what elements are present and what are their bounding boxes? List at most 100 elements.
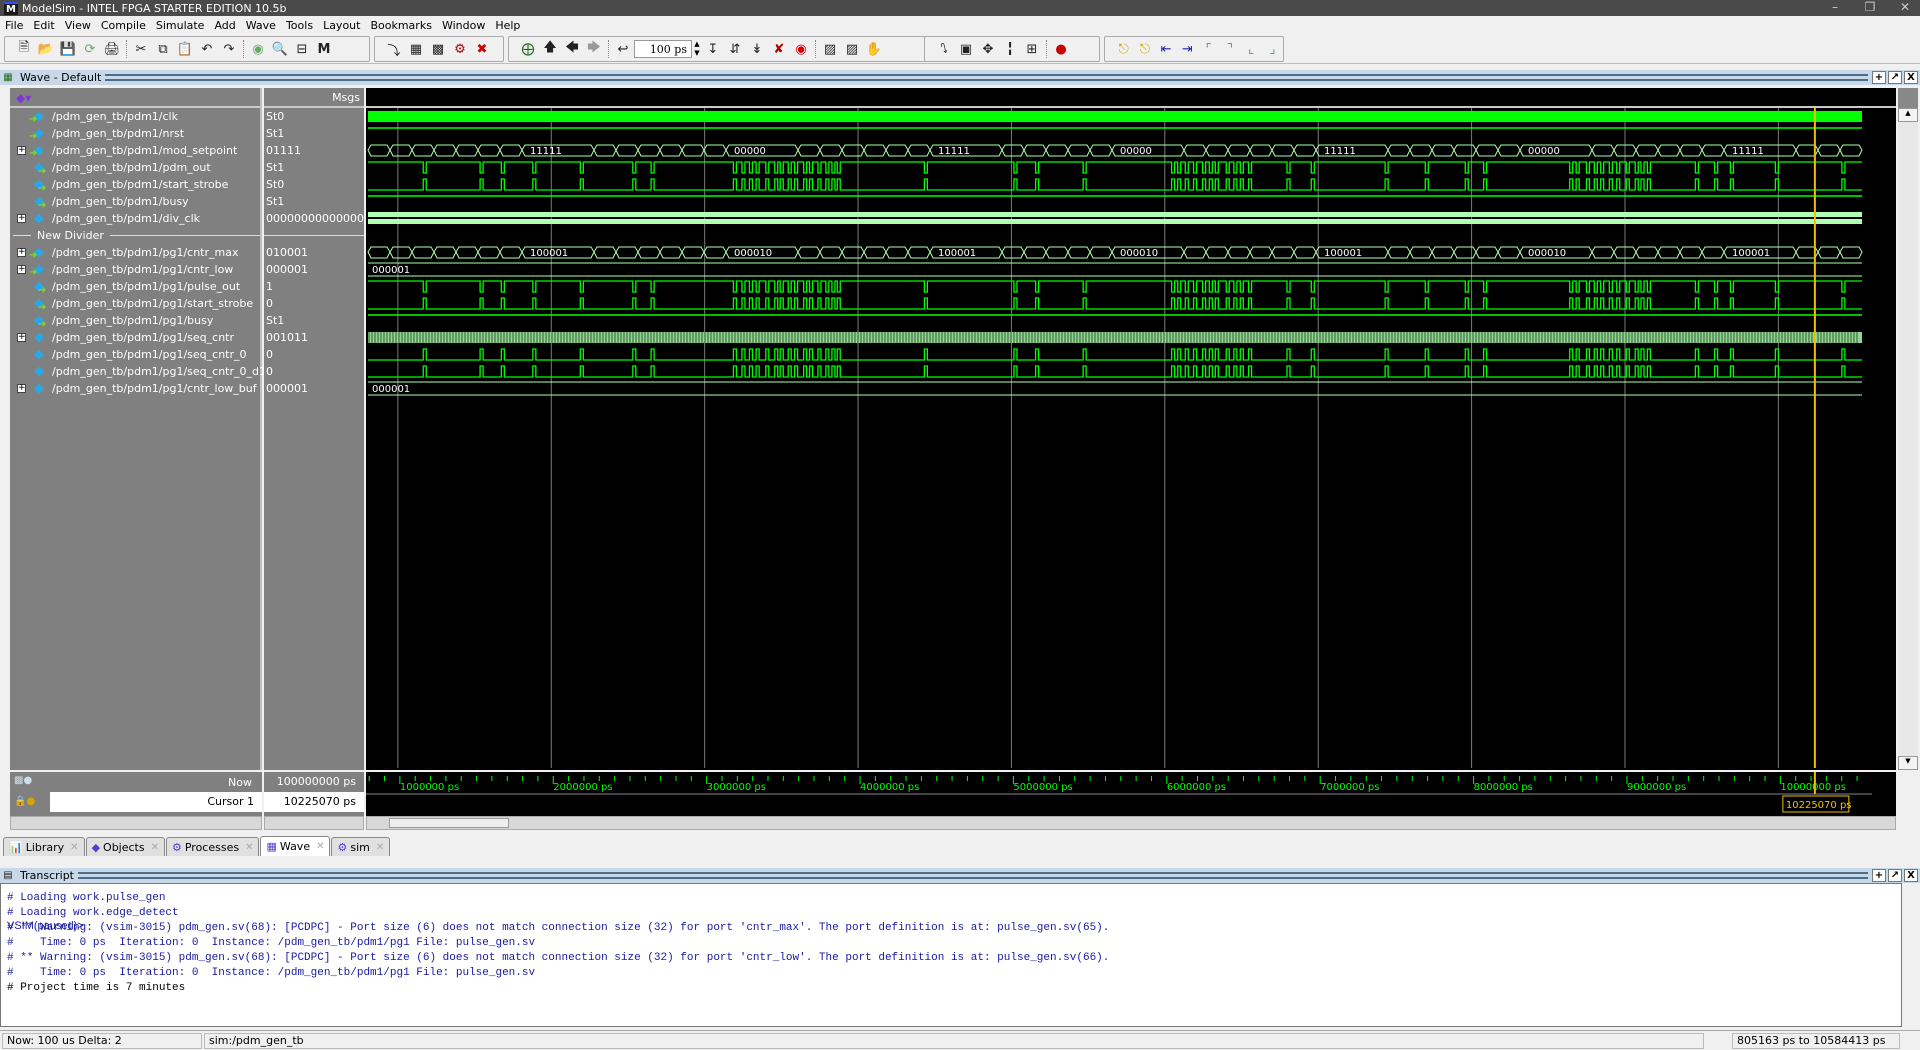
wave-vertical-scrollbar[interactable]: ▲ ▼ — [1898, 88, 1918, 770]
signal-row[interactable]: ◆ ➜ /pdm_gen_tb/pdm1/pdm_out — [10, 159, 260, 177]
signal-row[interactable]: + ◆ /pdm_gen_tb/pdm1/pg1/cntr_low_buf — [10, 380, 260, 397]
break-icon[interactable]: ✖ — [472, 39, 492, 59]
signal-row[interactable]: ◆ /pdm_gen_tb/pdm1/pg1/seq_cntr_0_d1 — [10, 363, 266, 380]
back-arrow-icon[interactable]: 🡄 — [562, 39, 582, 59]
tab-objects[interactable]: ◆ Objects ✕ — [85, 837, 165, 856]
restore-button[interactable]: ❐ — [1855, 0, 1885, 16]
expand-toggle[interactable]: + — [17, 333, 26, 342]
prev-edge-icon[interactable]: ⇤ — [1157, 39, 1176, 59]
run-length-input[interactable] — [634, 40, 692, 58]
names-hscroll[interactable] — [10, 816, 262, 830]
expand-toggle[interactable]: + — [17, 265, 26, 274]
menu-help[interactable]: Help — [490, 19, 525, 32]
pane-undock-button[interactable]: ↗ — [1888, 71, 1902, 84]
expand-toggle[interactable]: + — [17, 146, 26, 155]
next-edge-icon[interactable]: ⇥ — [1178, 39, 1197, 59]
tab-sim[interactable]: ⚙ sim ✕ — [331, 837, 391, 856]
find-next-icon[interactable]: ⌟ — [1263, 39, 1282, 59]
minimize-button[interactable]: – — [1820, 0, 1850, 16]
signal-row[interactable]: + ◆ ➜ /pdm_gen_tb/pdm1/mod_setpoint — [10, 142, 260, 159]
save-icon[interactable]: 💾 — [58, 39, 78, 59]
expand-toggle[interactable]: + — [17, 248, 26, 257]
undo-icon[interactable]: ↶ — [197, 39, 217, 59]
select-pointer-icon[interactable]: ⭛ — [934, 39, 954, 59]
pane-add-button[interactable]: + — [1872, 71, 1886, 84]
menu-file[interactable]: File — [0, 19, 28, 32]
menu-window[interactable]: Window — [437, 19, 490, 32]
divider-row[interactable]: New Divider — [10, 227, 260, 244]
wave-hscroll[interactable] — [366, 816, 1896, 830]
signal-row[interactable]: ◆ ➜ /pdm_gen_tb/pdm1/busy — [10, 193, 260, 211]
transcript-undock-button[interactable]: ↗ — [1888, 869, 1902, 882]
menu-simulate[interactable]: Simulate — [151, 19, 210, 32]
copy-icon[interactable]: ⧉ — [153, 39, 173, 59]
signal-row[interactable]: ◆ ➜ /pdm_gen_tb/pdm1/start_strobe — [10, 176, 260, 194]
tab-wave[interactable]: ▦ Wave ✕ — [260, 836, 331, 856]
tab-library[interactable]: 📊 Library ✕ — [3, 837, 85, 856]
menu-wave[interactable]: Wave — [241, 19, 281, 32]
expand-time-icon[interactable]: ⊞ — [1022, 39, 1042, 59]
tab-close-icon[interactable]: ✕ — [70, 842, 78, 853]
expand-toggle[interactable]: + — [17, 214, 26, 223]
tab-close-icon[interactable]: ✕ — [245, 842, 253, 853]
menu-add[interactable]: Add — [209, 19, 240, 32]
print-icon[interactable]: 🖨 — [102, 39, 122, 59]
signal-row[interactable]: ◆ ➜ /pdm_gen_tb/pdm1/nrst — [10, 125, 260, 142]
run-icon[interactable]: ↧ — [703, 39, 723, 59]
signal-row[interactable]: + ◆ /pdm_gen_tb/pdm1/pg1/seq_cntr — [10, 329, 260, 346]
signal-row[interactable]: + ◆ ➜ /pdm_gen_tb/pdm1/pg1/cntr_low — [10, 261, 260, 278]
tab-close-icon[interactable]: ✕ — [376, 842, 384, 853]
hand-icon[interactable]: ✋ — [864, 39, 884, 59]
menu-layout[interactable]: Layout — [318, 19, 365, 32]
pane-close-button[interactable]: X — [1904, 71, 1918, 84]
simulate-icon[interactable]: ⚙ — [450, 39, 470, 59]
close-button[interactable]: ✕ — [1890, 0, 1920, 16]
run-length-spinner[interactable]: ▲ ▼ — [692, 40, 702, 58]
restart-icon[interactable]: ⨁ — [518, 39, 538, 59]
find-prev-icon[interactable]: ⌞ — [1242, 39, 1261, 59]
pane-drag-handle[interactable] — [105, 74, 1868, 81]
find-rising-icon[interactable]: ⌜ — [1199, 39, 1218, 59]
open-folder-icon[interactable]: 📂 — [36, 39, 56, 59]
menu-view[interactable]: View — [60, 19, 96, 32]
step-over-icon[interactable]: ▨ — [842, 39, 862, 59]
signal-row[interactable]: ◆ ➜ /pdm_gen_tb/pdm1/pg1/busy — [10, 312, 260, 330]
continue-run-icon[interactable]: ⇵ — [725, 39, 745, 59]
find-falling-icon[interactable]: ⌝ — [1220, 39, 1239, 59]
cursor-name-field[interactable]: Cursor 1 — [50, 792, 262, 812]
stop-icon[interactable]: ◉ — [791, 39, 811, 59]
step-icon[interactable]: ▨ — [820, 39, 840, 59]
find-icon[interactable]: 🔍 — [270, 39, 290, 59]
add-cursor-icon[interactable]: ⎋ — [1114, 39, 1133, 59]
zoom-mode-icon[interactable]: ▣ — [956, 39, 976, 59]
up-arrow-icon[interactable]: 🡅 — [540, 39, 560, 59]
time-axis[interactable]: 1000000 ps 2000000 ps 3000000 ps 4000000 ps… — [366, 772, 1896, 816]
menu-tools[interactable]: Tools — [281, 19, 318, 32]
menu-bookmarks[interactable]: Bookmarks — [365, 19, 436, 32]
cut-icon[interactable]: ✂ — [131, 39, 151, 59]
signal-row[interactable]: ◆ /pdm_gen_tb/pdm1/pg1/seq_cntr_0 — [10, 346, 260, 363]
objects-dropdown-icon[interactable]: ◆▾ — [16, 91, 31, 105]
expand-toggle[interactable]: + — [17, 384, 26, 393]
compile-icon[interactable]: ⤵ — [384, 39, 404, 59]
signal-row[interactable]: + ◆ /pdm_gen_tb/pdm1/div_clk — [10, 210, 260, 227]
pan-icon[interactable]: ✥ — [978, 39, 998, 59]
run-all-icon[interactable]: ↡ — [747, 39, 767, 59]
tab-processes[interactable]: ⚙ Processes ✕ — [165, 837, 260, 856]
compile-options-icon[interactable]: ▩ — [428, 39, 448, 59]
edit-wave-icon[interactable]: ╏ — [1000, 39, 1020, 59]
wave-hscroll-thumb[interactable] — [389, 818, 509, 828]
add-cursor-small-icon[interactable]: ▩● — [14, 775, 32, 786]
paste-icon[interactable]: 📋 — [175, 39, 195, 59]
signal-row[interactable]: ◆ ➜ /pdm_gen_tb/pdm1/pg1/start_strobe — [10, 295, 260, 313]
lock-cursor-icon[interactable]: 🔒● — [10, 792, 50, 812]
transcript-drag-handle[interactable] — [78, 872, 1868, 879]
reload-icon[interactable]: ⟳ — [80, 39, 100, 59]
delete-cursor-icon[interactable]: ⎋ — [1135, 39, 1154, 59]
waveform-display[interactable]: 11111 00000 11111 00000 11111 00000 11111 10000… — [366, 88, 1896, 770]
help-icon[interactable]: ◉ — [248, 39, 268, 59]
compile-all-icon[interactable]: ▦ — [406, 39, 426, 59]
new-file-icon[interactable]: 🗎 — [14, 39, 34, 59]
run-length-icon[interactable]: ↩ — [613, 39, 633, 59]
transcript-console[interactable]: # Loading work.pulse_gen # Loading work.e… — [0, 883, 1902, 1027]
